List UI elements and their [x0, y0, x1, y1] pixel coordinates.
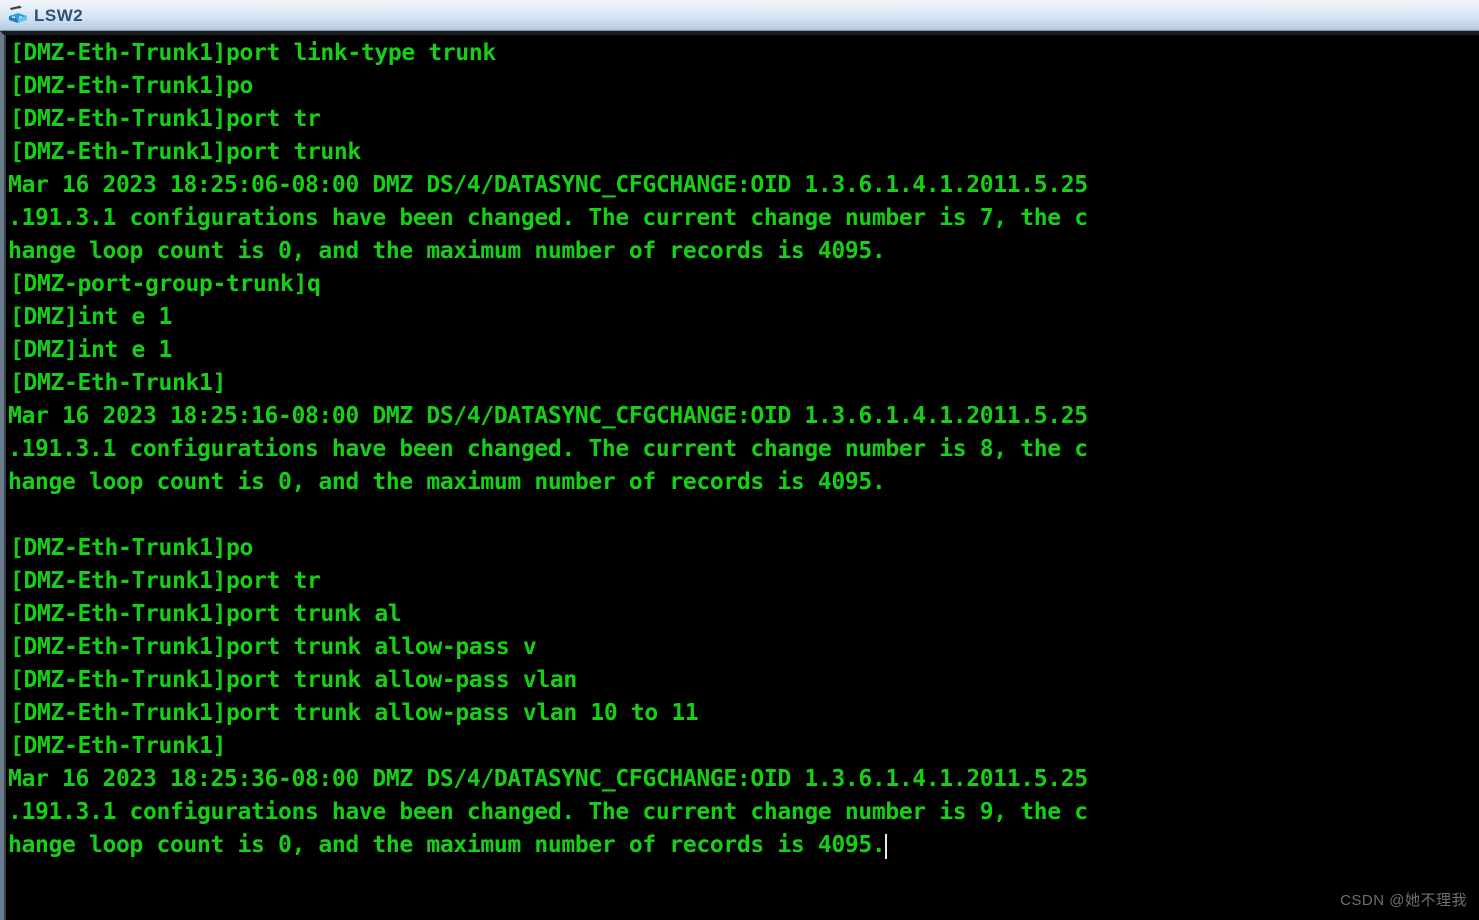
terminal-line: [DMZ-Eth-Trunk1]: [10, 370, 226, 396]
terminal-line: [DMZ-Eth-Trunk1]port trunk allow-pass vl…: [10, 667, 577, 693]
network-switch-icon: [6, 3, 30, 27]
terminal-line: .191.3.1 configurations have been change…: [8, 799, 1088, 825]
terminal-line: [DMZ]int e 1: [10, 304, 172, 330]
terminal-line: [DMZ-port-group-trunk]q: [10, 271, 321, 297]
terminal-line: .191.3.1 configurations have been change…: [8, 205, 1088, 231]
terminal-line: hange loop count is 0, and the maximum n…: [8, 469, 886, 495]
terminal-screen[interactable]: [DMZ-Eth-Trunk1]port link-type trunk [DMZ…: [4, 35, 1479, 920]
watermark-text: CSDN @她不理我: [1340, 892, 1467, 909]
terminal-frame: [DMZ-Eth-Trunk1]port link-type trunk [DMZ…: [0, 31, 1479, 920]
terminal-line: Mar 16 2023 18:25:36-08:00 DMZ DS/4/DATA…: [8, 766, 1088, 792]
terminal-line: [DMZ-Eth-Trunk1]port tr: [10, 568, 321, 594]
terminal-line: [DMZ-Eth-Trunk1]port tr: [10, 106, 321, 132]
window-title: LSW2: [34, 5, 84, 25]
terminal-line: [DMZ]int e 1: [10, 337, 172, 363]
terminal-line: [DMZ-Eth-Trunk1]: [10, 733, 226, 759]
terminal-line: [DMZ-Eth-Trunk1]po: [10, 535, 253, 561]
terminal-line: [DMZ-Eth-Trunk1]po: [10, 73, 253, 99]
terminal-line: hange loop count is 0, and the maximum n…: [8, 832, 886, 858]
terminal-line: [DMZ-Eth-Trunk1]port link-type trunk: [10, 40, 496, 66]
terminal-line: Mar 16 2023 18:25:06-08:00 DMZ DS/4/DATA…: [8, 172, 1088, 198]
terminal-line: Mar 16 2023 18:25:16-08:00 DMZ DS/4/DATA…: [8, 403, 1088, 429]
terminal-line: [DMZ-Eth-Trunk1]port trunk: [10, 139, 361, 165]
terminal-line: .191.3.1 configurations have been change…: [8, 436, 1088, 462]
terminal-line: hange loop count is 0, and the maximum n…: [8, 238, 886, 264]
terminal-line: [DMZ-Eth-Trunk1]port trunk allow-pass v: [10, 634, 537, 660]
terminal-line: [DMZ-Eth-Trunk1]port trunk al: [10, 601, 402, 627]
emulator-device-window: LSW2 [DMZ-Eth-Trunk1]port link-type trun…: [0, 0, 1479, 920]
terminal-line: [DMZ-Eth-Trunk1]port trunk allow-pass vl…: [10, 700, 699, 726]
window-titlebar[interactable]: LSW2: [0, 0, 1479, 31]
text-cursor: [885, 834, 888, 859]
